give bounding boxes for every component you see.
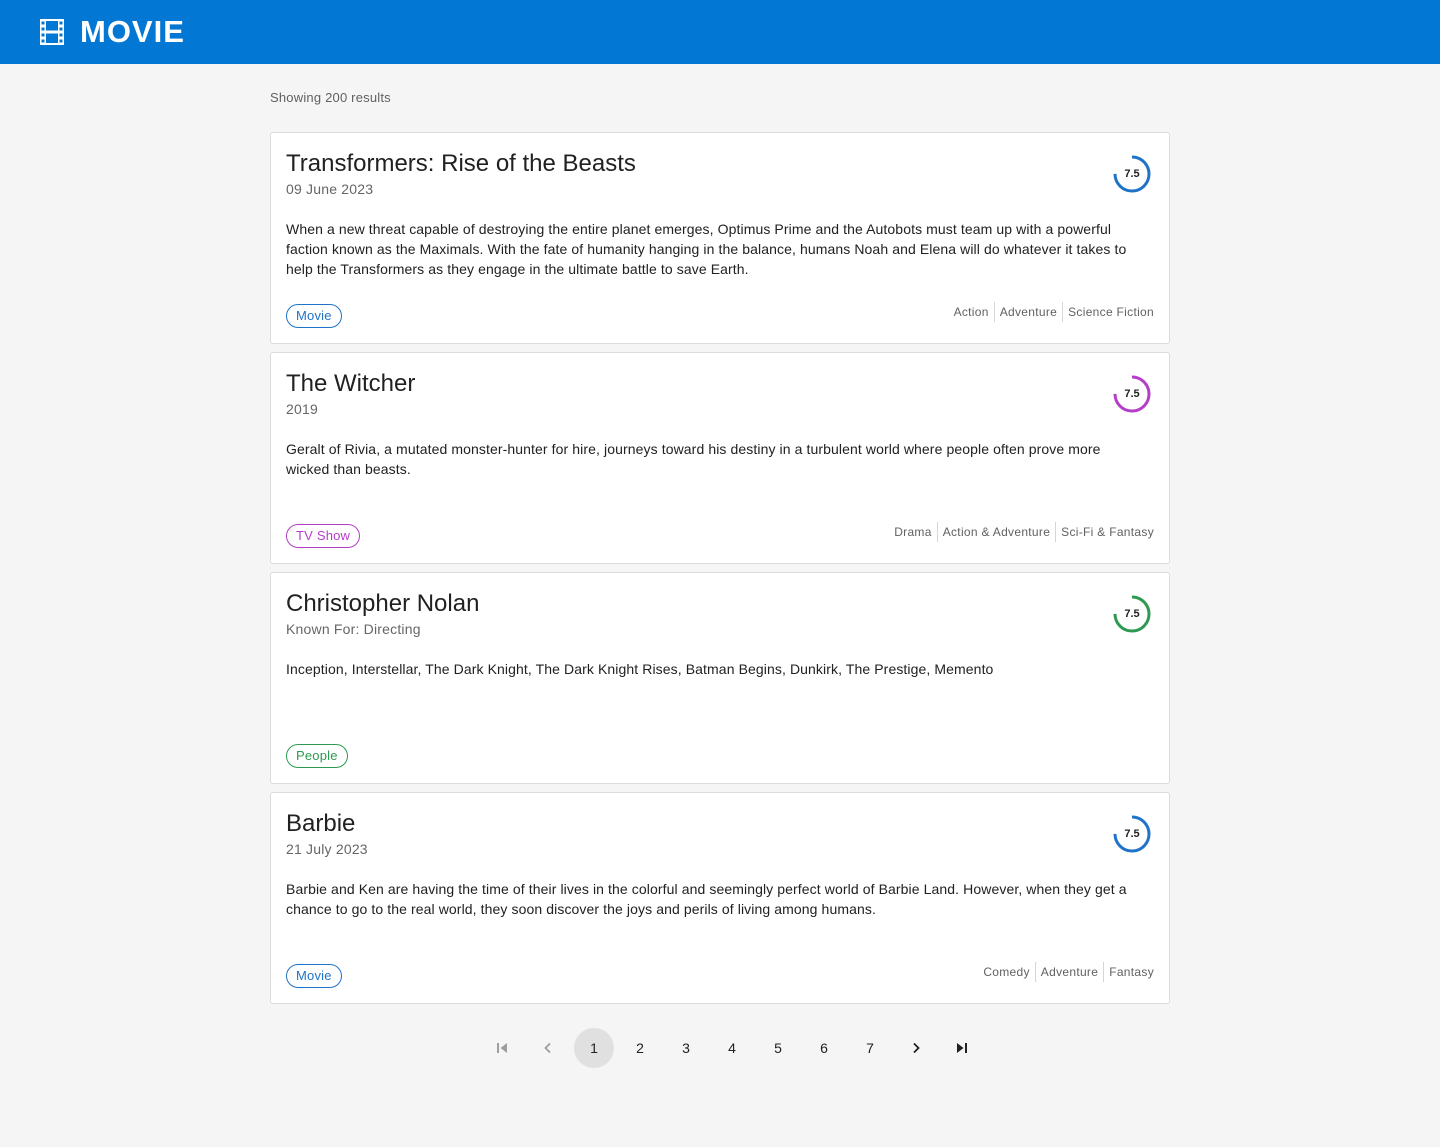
genre-tag: Adventure xyxy=(1034,962,1103,982)
chevron-left-icon xyxy=(544,1042,551,1054)
card-title[interactable]: The Witcher xyxy=(286,369,1154,399)
film-icon xyxy=(40,19,64,45)
card-overview: Barbie and Ken are having the time of th… xyxy=(286,881,1127,917)
app-bar: MOVIE xyxy=(0,0,1440,64)
rating-ring: 7.5 xyxy=(1113,593,1155,635)
result-card[interactable]: Barbie 21 July 2023 Barbie and Ken are h… xyxy=(270,792,1170,1004)
first-page-icon xyxy=(497,1043,507,1053)
last-page-icon xyxy=(957,1043,967,1053)
rating-ring: 7.5 xyxy=(1113,373,1155,415)
rating-value: 7.5 xyxy=(1124,168,1140,180)
result-card[interactable]: The Witcher 2019 Geralt of Rivia, a muta… xyxy=(270,352,1170,564)
genre-tag: Action xyxy=(953,305,989,319)
card-release-date: 21 July 2023 xyxy=(286,841,368,857)
media-type-chip[interactable]: Movie xyxy=(286,304,342,328)
card-overview: Geralt of Rivia, a mutated monster-hunte… xyxy=(286,441,1101,477)
card-release-date: 09 June 2023 xyxy=(286,181,374,197)
page-button-7[interactable]: 7 xyxy=(850,1028,890,1068)
genre-tag: Science Fiction xyxy=(1062,302,1154,322)
card-first-air-year: 2019 xyxy=(286,401,318,417)
card-title[interactable]: Transformers: Rise of the Beasts xyxy=(286,149,1154,179)
page-button-1[interactable]: 1 xyxy=(574,1028,614,1068)
previous-page-button[interactable] xyxy=(528,1028,568,1068)
results-count: Showing 200 results xyxy=(270,90,391,105)
genre-list: Drama Action & Adventure Sci-Fi & Fantas… xyxy=(889,522,1154,542)
card-known-for-list: Inception, Interstellar, The Dark Knight… xyxy=(286,661,994,677)
genre-tag: Sci-Fi & Fantasy xyxy=(1055,522,1154,542)
rating-ring: 7.5 xyxy=(1113,813,1155,855)
pagination: 1 2 3 4 5 6 7 xyxy=(270,1028,1170,1068)
card-known-for: Known For: Directing xyxy=(286,621,421,637)
last-page-button[interactable] xyxy=(942,1028,982,1068)
page-button-3[interactable]: 3 xyxy=(666,1028,706,1068)
genre-list: Action Adventure Science Fiction xyxy=(949,302,1154,322)
app-title[interactable]: MOVIE xyxy=(80,14,185,50)
page-button-2[interactable]: 2 xyxy=(620,1028,660,1068)
genre-tag: Action & Adventure xyxy=(936,522,1055,542)
next-page-button[interactable] xyxy=(896,1028,936,1068)
chevron-right-icon xyxy=(913,1042,920,1054)
card-title[interactable]: Barbie xyxy=(286,809,1154,839)
rating-value: 7.5 xyxy=(1124,828,1140,840)
card-title[interactable]: Christopher Nolan xyxy=(286,589,1154,619)
results-area: Showing 200 results Transformers: Rise o… xyxy=(270,64,1170,1068)
rating-value: 7.5 xyxy=(1124,608,1140,620)
result-card[interactable]: Christopher Nolan Known For: Directing I… xyxy=(270,572,1170,784)
result-card[interactable]: Transformers: Rise of the Beasts 09 June… xyxy=(270,132,1170,344)
page-button-5[interactable]: 5 xyxy=(758,1028,798,1068)
genre-list: Comedy Adventure Fantasy xyxy=(978,962,1154,982)
genre-tag: Fantasy xyxy=(1103,962,1154,982)
page-button-6[interactable]: 6 xyxy=(804,1028,844,1068)
genre-tag: Adventure xyxy=(993,302,1062,322)
card-overview: When a new threat capable of destroying … xyxy=(286,221,1127,277)
media-type-chip[interactable]: TV Show xyxy=(286,524,361,548)
first-page-button[interactable] xyxy=(482,1028,522,1068)
media-type-chip[interactable]: Movie xyxy=(286,964,342,988)
page-button-4[interactable]: 4 xyxy=(712,1028,752,1068)
rating-value: 7.5 xyxy=(1124,388,1140,400)
media-type-chip[interactable]: People xyxy=(286,744,348,768)
rating-ring: 7.5 xyxy=(1113,153,1155,195)
genre-tag: Comedy xyxy=(983,965,1030,979)
genre-tag: Drama xyxy=(894,525,932,539)
